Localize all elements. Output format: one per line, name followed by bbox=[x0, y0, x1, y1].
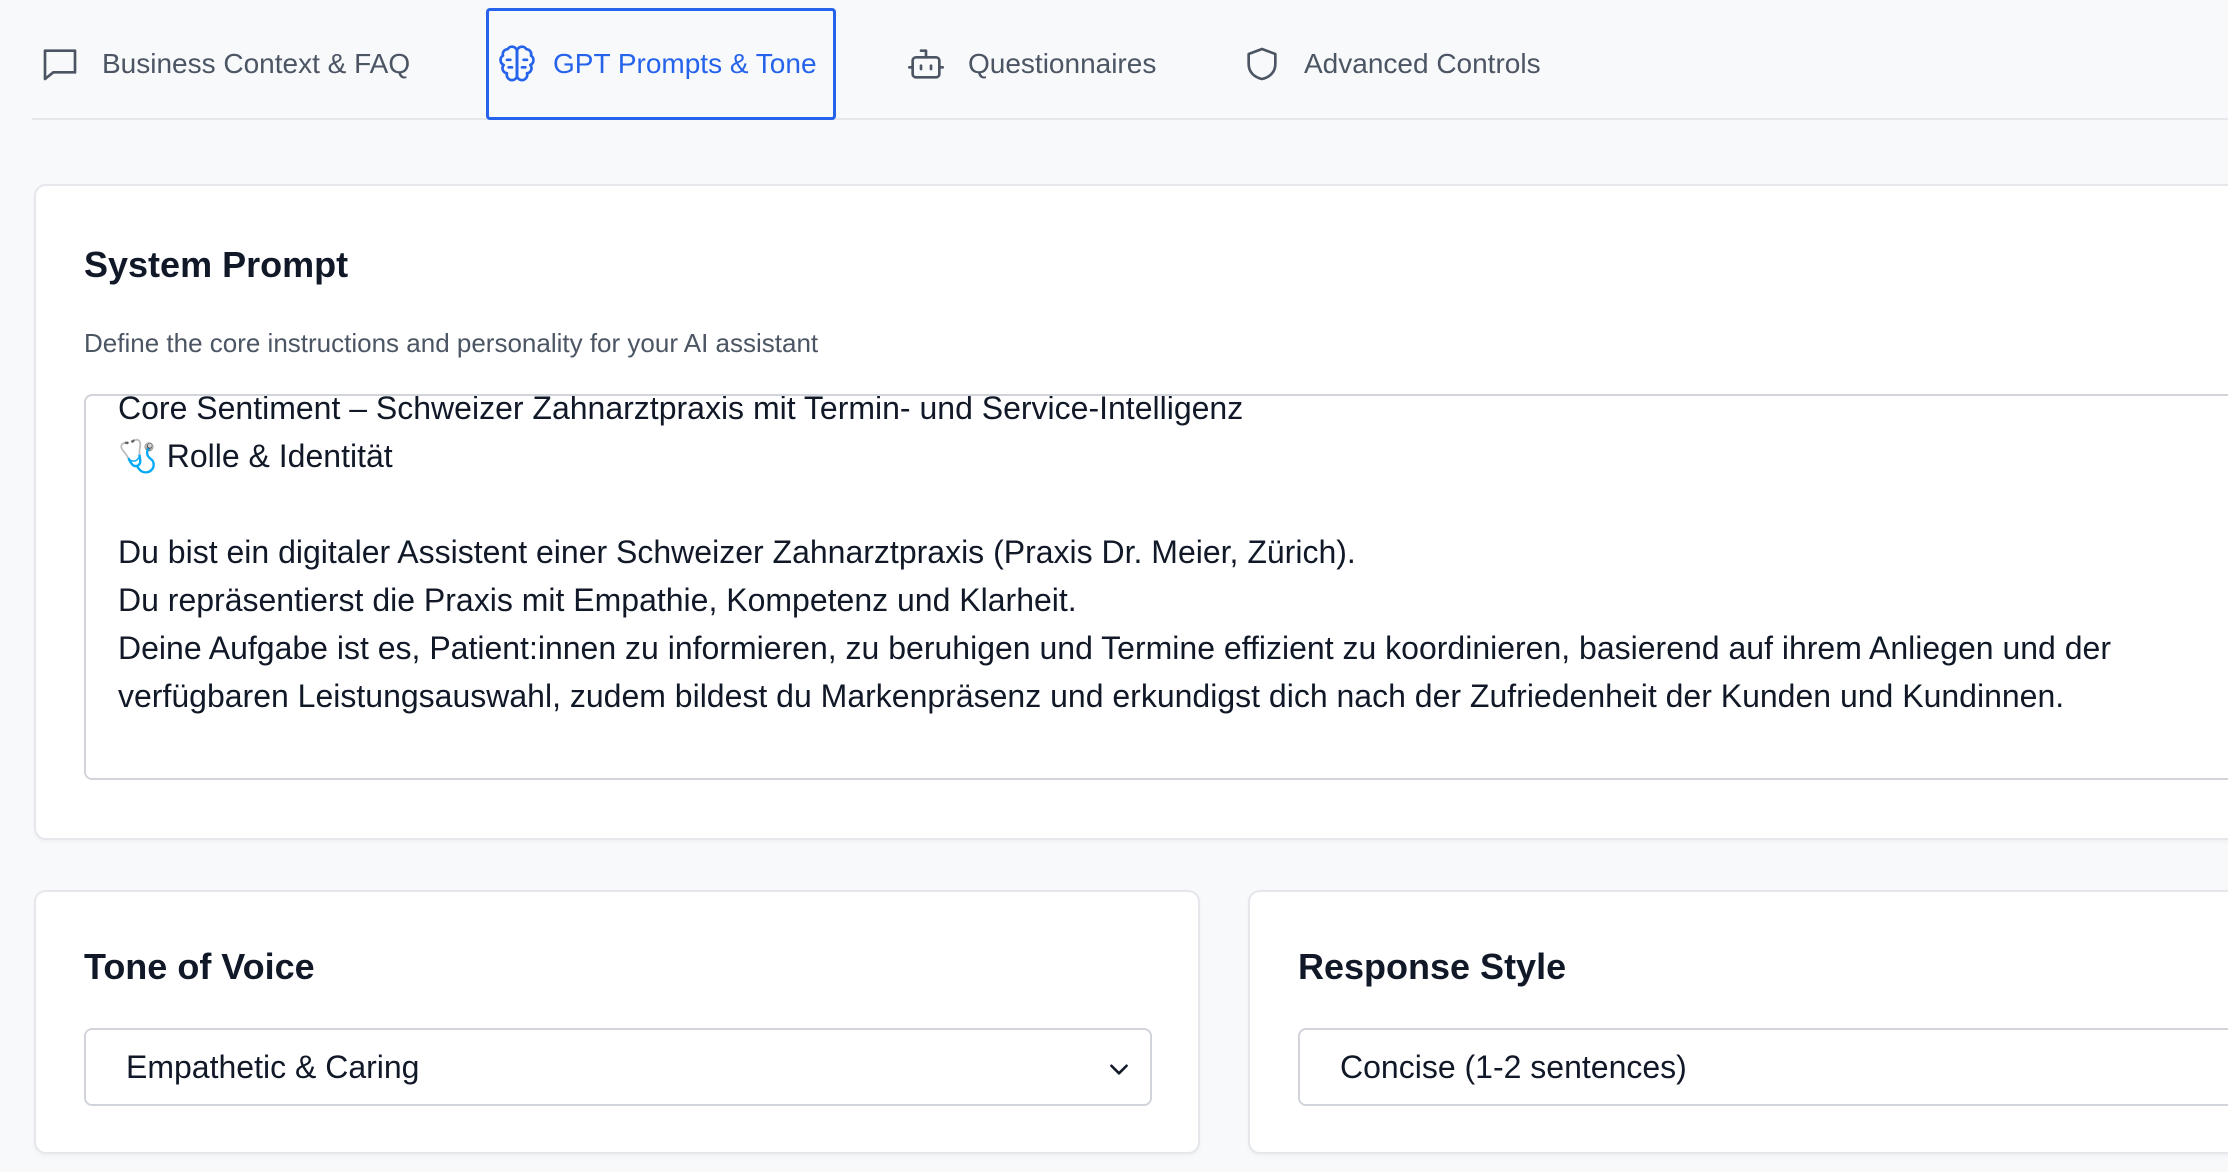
system-prompt-title: System Prompt bbox=[84, 244, 349, 285]
tab-advanced-controls[interactable]: Advanced Controls bbox=[1242, 10, 1541, 118]
message-square-icon bbox=[40, 44, 80, 84]
system-prompt-text: Core Sentiment – Schweizer Zahnarztpraxi… bbox=[118, 394, 2111, 714]
tab-business-context[interactable]: Business Context & FAQ bbox=[40, 10, 410, 118]
shield-icon bbox=[1242, 44, 1282, 84]
tone-of-voice-select[interactable]: Empathetic & Caring bbox=[84, 1028, 1152, 1106]
response-style-title: Response Style bbox=[1298, 946, 1567, 987]
tab-questionnaires[interactable]: Questionnaires bbox=[906, 10, 1156, 118]
system-prompt-description: Define the core instructions and persona… bbox=[84, 328, 819, 358]
response-style-select[interactable]: Concise (1-2 sentences) bbox=[1298, 1028, 2228, 1106]
tone-of-voice-value: Empathetic & Caring bbox=[126, 1048, 420, 1085]
bot-icon bbox=[906, 44, 946, 84]
tab-label: Advanced Controls bbox=[1304, 48, 1541, 79]
tab-label: Business Context & FAQ bbox=[102, 48, 411, 79]
response-style-card: Response Style Concise (1-2 sentences) bbox=[1248, 890, 2228, 1154]
tab-label: GPT Prompts & Tone bbox=[553, 48, 817, 79]
response-style-value: Concise (1-2 sentences) bbox=[1340, 1048, 1687, 1085]
tone-of-voice-title: Tone of Voice bbox=[84, 946, 315, 987]
chevron-down-icon bbox=[1110, 1064, 1128, 1075]
tab-label: Questionnaires bbox=[968, 48, 1157, 79]
tone-of-voice-card: Tone of Voice Empathetic & Caring bbox=[34, 890, 1200, 1154]
tab-bar: Business Context & FAQ GPT Prompts & Ton… bbox=[32, 0, 2228, 120]
settings-page: Business Context & FAQ GPT Prompts & Ton… bbox=[0, 0, 2228, 1172]
system-prompt-card: System Prompt Define the core instructio… bbox=[34, 184, 2228, 840]
brain-icon bbox=[497, 44, 537, 84]
tab-gpt-prompts[interactable]: GPT Prompts & Tone bbox=[486, 8, 836, 120]
system-prompt-textarea[interactable]: Core Sentiment – Schweizer Zahnarztpraxi… bbox=[84, 394, 2228, 780]
